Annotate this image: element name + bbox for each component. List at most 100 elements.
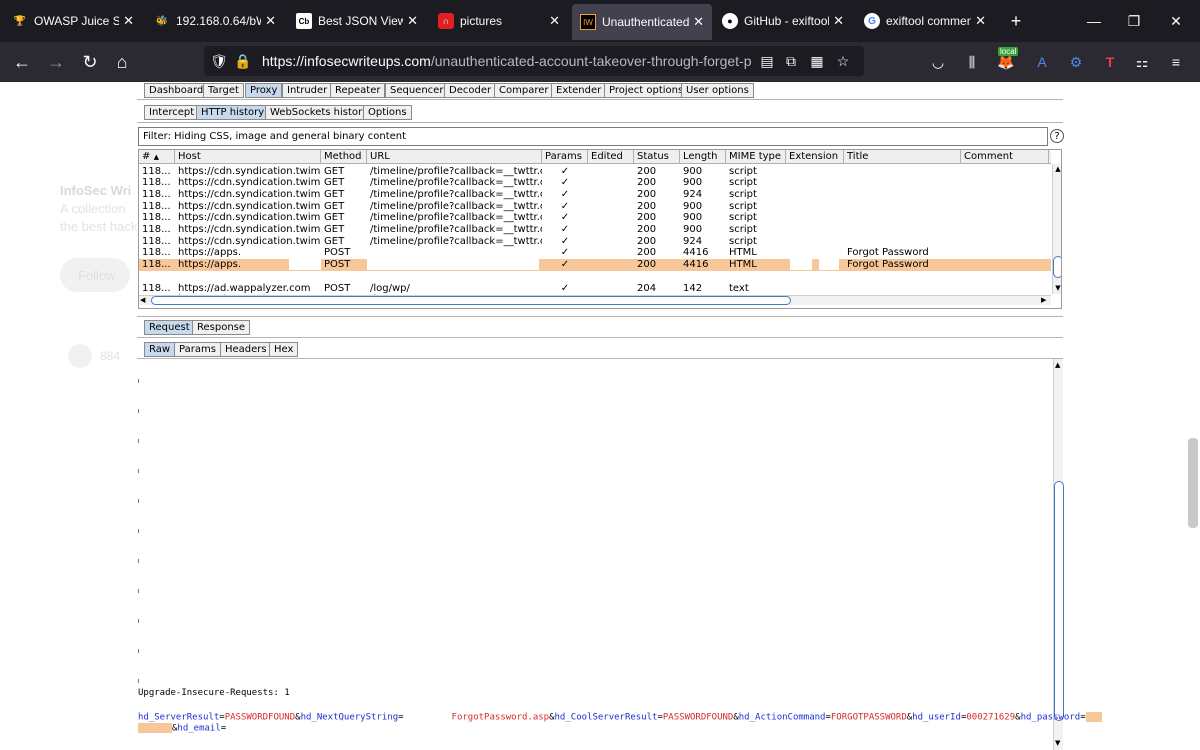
burp-tab-user-options[interactable]: User options: [681, 83, 754, 98]
tab-github-exiftool[interactable]: ● GitHub - exiftool/ ✕: [714, 0, 852, 42]
home-icon[interactable]: ⌂: [108, 48, 136, 76]
shield-icon[interactable]: 🛡: [208, 50, 230, 72]
page-scrollbar-thumb[interactable]: [1188, 438, 1198, 528]
tab-bwapp[interactable]: 🐝 192.168.0.64/bWA ✕: [146, 0, 284, 42]
forward-icon[interactable]: →: [42, 48, 70, 76]
proxy-tab-options[interactable]: Options: [363, 105, 412, 120]
column-header-number[interactable]: # ▲: [139, 150, 175, 164]
address-bar[interactable]: 🛡 🔒 https://infosecwriteups.com/unauthen…: [204, 46, 864, 76]
scroll-right-icon[interactable]: ▶: [1041, 296, 1046, 304]
burp-tab-proxy[interactable]: Proxy: [245, 83, 283, 98]
scroll-down-icon[interactable]: ▼: [1054, 284, 1061, 292]
view-tab-params[interactable]: Params: [174, 342, 221, 357]
raw-editor-scrollbar[interactable]: ▲ ▼: [1053, 359, 1064, 750]
table-scrollbar-thumb[interactable]: [1053, 256, 1061, 278]
scroll-up-icon[interactable]: ▲: [1055, 361, 1060, 369]
table-row[interactable]: [139, 271, 1051, 283]
column-header-host[interactable]: Host: [175, 150, 321, 164]
column-header-length[interactable]: Length: [680, 150, 726, 164]
close-icon[interactable]: ✕: [407, 13, 418, 29]
column-header-mime-type[interactable]: MIME type: [726, 150, 786, 164]
table-row[interactable]: 118... https://apps. POST ✓ 200 4416 HTML Forgo…: [139, 247, 1051, 259]
extension-t-icon[interactable]: T: [1098, 50, 1122, 74]
window-close-icon[interactable]: ✕: [1156, 0, 1196, 42]
column-header-method[interactable]: Method: [321, 150, 367, 164]
translate-icon[interactable]: ⧉: [780, 50, 802, 72]
column-header-title[interactable]: Title: [844, 150, 961, 164]
translator-icon[interactable]: A: [1030, 50, 1054, 74]
close-icon[interactable]: ✕: [123, 13, 134, 29]
scroll-down-icon[interactable]: ▼: [1055, 739, 1060, 747]
burp-tab-target[interactable]: Target: [203, 83, 244, 98]
page-scrollbar[interactable]: [1186, 82, 1200, 750]
menu-icon[interactable]: ≡: [1164, 50, 1188, 74]
publication-description: A collection: [60, 201, 126, 216]
close-icon[interactable]: ✕: [693, 14, 704, 30]
table-row[interactable]: 118... https://cdn.syndication.twim... GET…: [139, 201, 1051, 213]
reload-icon[interactable]: ↻: [76, 48, 104, 76]
proxy-tab-http-history[interactable]: HTTP history: [196, 105, 270, 120]
lock-icon[interactable]: 🔒: [232, 50, 254, 72]
burp-tab-project-options[interactable]: Project options: [604, 83, 689, 98]
table-hscrollbar-thumb[interactable]: [151, 296, 791, 305]
table-row[interactable]: 118... https://cdn.syndication.twim... GET…: [139, 236, 1051, 248]
table-row[interactable]: 118... https://cdn.syndication.twim... GET…: [139, 212, 1051, 224]
burp-tab-dashboard[interactable]: Dashboard: [144, 83, 209, 98]
extensions-icon[interactable]: ⚏: [1130, 50, 1154, 74]
scroll-left-icon[interactable]: ◀: [140, 296, 145, 304]
burp-tab-intruder[interactable]: Intruder: [282, 83, 333, 98]
column-header-url[interactable]: URL: [367, 150, 542, 164]
table-row[interactable]: 118... https://cdn.syndication.twim... GET…: [139, 224, 1051, 236]
minimize-icon[interactable]: —: [1074, 0, 1114, 42]
column-header-comment[interactable]: Comment: [961, 150, 1049, 164]
help-icon[interactable]: ?: [1050, 129, 1064, 143]
follow-button[interactable]: Follow: [60, 258, 130, 292]
table-row-selected[interactable]: 118... https://apps. POST ✓ 200 4416 HTML Forgo…: [139, 259, 1051, 271]
view-tab-raw[interactable]: Raw: [144, 342, 176, 357]
table-row[interactable]: 118... https://cdn.syndication.twim... GET…: [139, 177, 1051, 189]
filter-bar[interactable]: Filter: Hiding CSS, image and general bi…: [138, 127, 1048, 146]
table-row[interactable]: 118... https://cdn.syndication.twim... GET…: [139, 189, 1051, 201]
tab-json-viewer[interactable]: Cb Best JSON Viewer ✕: [288, 0, 426, 42]
table-horizontal-scrollbar[interactable]: ◀ ▶: [139, 295, 1051, 305]
new-tab-button[interactable]: +: [996, 0, 1036, 42]
tab-request[interactable]: Request: [144, 320, 195, 335]
back-icon[interactable]: ←: [8, 48, 36, 76]
burp-tab-sequencer[interactable]: Sequencer: [385, 83, 449, 98]
column-header-params[interactable]: Params: [542, 150, 588, 164]
reader-view-icon[interactable]: ▤: [756, 50, 778, 72]
raw-editor-scrollbar-thumb[interactable]: [1054, 481, 1064, 721]
clap-icon[interactable]: [68, 344, 92, 368]
tab-exiftool-comment[interactable]: G exiftool comment ✕: [856, 0, 994, 42]
close-icon[interactable]: ✕: [833, 13, 844, 29]
view-tab-headers[interactable]: Headers: [220, 342, 272, 357]
pocket-icon[interactable]: ◡: [926, 50, 950, 74]
table-vertical-scrollbar[interactable]: ▲ ▼: [1052, 164, 1061, 294]
close-icon[interactable]: ✕: [975, 13, 986, 29]
close-icon[interactable]: ✕: [265, 13, 276, 29]
burp-tab-decoder[interactable]: Decoder: [444, 83, 497, 98]
bookmark-star-icon[interactable]: ☆: [832, 50, 854, 72]
column-header-edited[interactable]: Edited: [588, 150, 634, 164]
user-agent-icon[interactable]: ⚙: [1064, 50, 1088, 74]
close-icon[interactable]: ✕: [549, 13, 560, 29]
proxy-tab-intercept[interactable]: Intercept: [144, 105, 200, 120]
scroll-up-icon[interactable]: ▲: [1054, 165, 1061, 173]
column-header-extension[interactable]: Extension: [786, 150, 844, 164]
qr-code-icon[interactable]: ▦: [806, 50, 828, 72]
restore-icon[interactable]: ❐: [1114, 0, 1154, 42]
burp-tab-extender[interactable]: Extender: [551, 83, 607, 98]
burp-tab-repeater[interactable]: Repeater: [330, 83, 386, 98]
proxy-tab-websockets-history[interactable]: WebSockets history: [265, 105, 374, 120]
table-row[interactable]: 118... https://cdn.syndication.twim... GET…: [139, 166, 1051, 178]
tab-unauthenticated[interactable]: IW Unauthenticated ✕: [572, 4, 712, 40]
tab-pictures[interactable]: ∩ pictures ✕: [430, 0, 568, 42]
burp-tab-comparer[interactable]: Comparer: [494, 83, 554, 98]
url-text[interactable]: https://infosecwriteups.com/unauthentica…: [262, 53, 752, 69]
tab-owasp-juice-shop[interactable]: 🏆 OWASP Juice Sho ✕: [4, 0, 142, 42]
view-tab-hex[interactable]: Hex: [269, 342, 299, 357]
tab-response[interactable]: Response: [192, 320, 251, 335]
library-icon[interactable]: ⫼: [960, 50, 984, 74]
column-header-status[interactable]: Status: [634, 150, 680, 164]
table-row[interactable]: 118... https://ad.wappalyzer.com POST/log/…: [139, 283, 1051, 295]
